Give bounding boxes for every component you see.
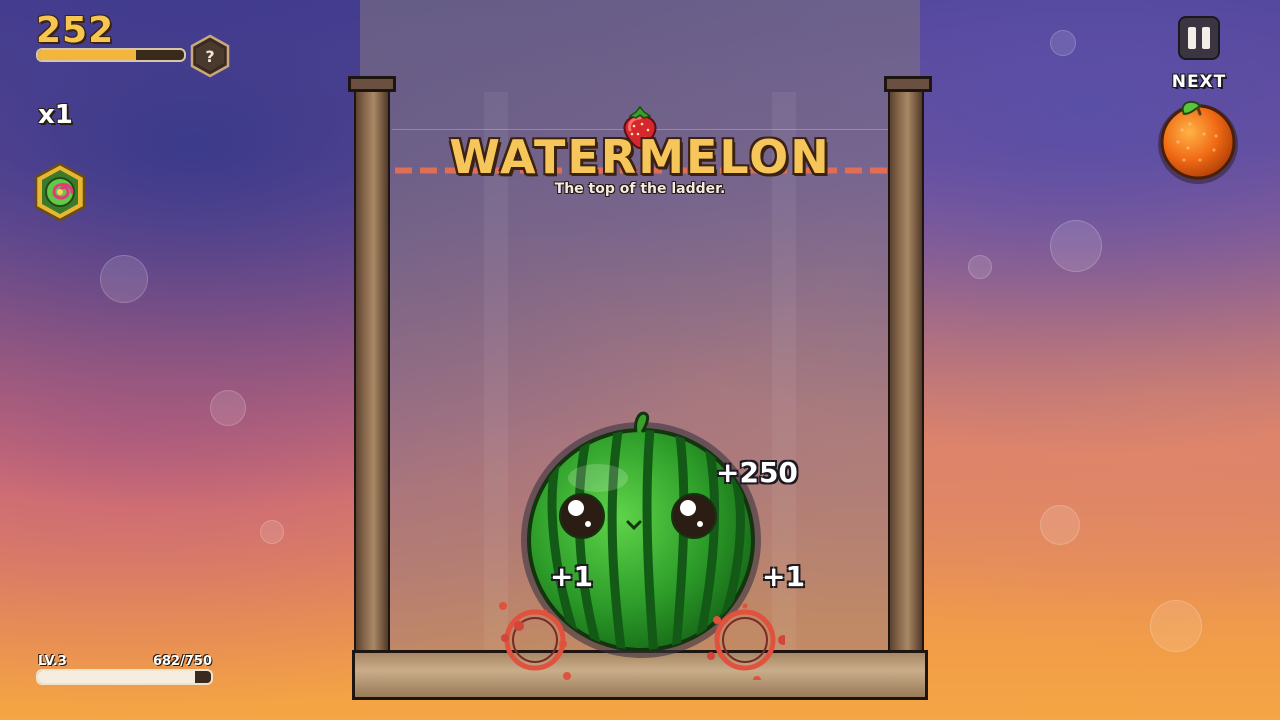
score-progress-fill xyxy=(38,50,136,60)
level-label: LV.3 xyxy=(38,654,67,669)
orange-icon xyxy=(1158,100,1238,184)
bokeh-light xyxy=(1150,600,1202,652)
fruit-title: WATERMELON xyxy=(449,130,831,184)
merge-burst xyxy=(499,602,571,680)
score-value: 252 xyxy=(36,10,115,51)
bokeh-light xyxy=(968,255,992,279)
bokeh-light xyxy=(260,520,284,544)
score-progress-bar xyxy=(36,48,186,62)
bokeh-light xyxy=(210,390,246,426)
merge-burst xyxy=(707,603,785,680)
pause-button[interactable] xyxy=(1178,16,1220,60)
level-progress-bar xyxy=(36,669,213,685)
bokeh-light xyxy=(100,255,148,303)
bokeh-light xyxy=(1040,505,1080,545)
level-progress-fill xyxy=(38,671,196,683)
left-wall xyxy=(354,86,390,656)
points-popup: +1 xyxy=(762,560,805,593)
points-popup-main: +250 xyxy=(716,456,798,489)
swirl-candy-icon[interactable] xyxy=(32,162,88,222)
bokeh-light xyxy=(1050,30,1076,56)
mystery-badge-label: ? xyxy=(205,47,214,66)
fruit-subtitle: The top of the ladder. xyxy=(554,181,726,197)
mystery-badge[interactable]: ? xyxy=(188,34,232,78)
next-label: NEXT xyxy=(1171,72,1227,92)
left-wall-cap xyxy=(348,76,396,92)
pause-icon xyxy=(1202,27,1210,49)
multiplier-value: x1 xyxy=(38,100,73,130)
bokeh-light xyxy=(1050,220,1102,272)
right-wall-cap xyxy=(884,76,932,92)
right-wall xyxy=(888,86,924,656)
level-progress-text: 682/750 xyxy=(152,654,212,669)
points-popup: +1 xyxy=(550,560,593,593)
pause-icon xyxy=(1188,27,1196,49)
